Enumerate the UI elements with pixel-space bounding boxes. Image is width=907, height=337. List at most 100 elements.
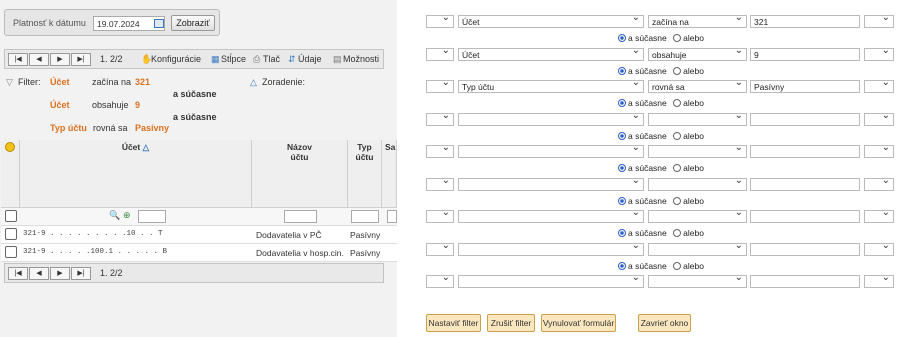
set-filter-button[interactable]: Nastaviť filter <box>426 314 481 332</box>
and-radio[interactable] <box>618 34 626 42</box>
field-select[interactable] <box>458 177 644 191</box>
operator-select[interactable] <box>648 242 747 256</box>
typ-filter-input[interactable] <box>351 210 379 223</box>
clear-filter-button[interactable]: Zrušiť filter <box>487 314 535 332</box>
paren-close-select[interactable] <box>864 275 894 288</box>
prev-page-button[interactable]: ◀ <box>29 53 49 66</box>
or-radio[interactable] <box>673 261 682 270</box>
operator-select[interactable] <box>648 145 747 158</box>
paren-close-select[interactable] <box>864 15 894 28</box>
nazov-filter-input[interactable] <box>284 210 317 223</box>
value-input[interactable] <box>750 145 860 158</box>
first-page-button[interactable]: |◀ <box>8 53 28 66</box>
value-input[interactable]: 321 <box>750 15 860 28</box>
next-page-button[interactable]: ▶ <box>50 267 70 280</box>
search-plus-icon[interactable]: ⊕ <box>123 210 131 221</box>
paren-open-select[interactable] <box>426 242 454 256</box>
paren-close-select[interactable] <box>864 242 894 256</box>
field-select[interactable] <box>458 145 644 158</box>
field-select[interactable] <box>458 210 644 223</box>
or-radio[interactable] <box>673 164 682 172</box>
field-select[interactable]: Typ účtu <box>458 80 644 93</box>
and-radio[interactable] <box>618 261 626 270</box>
field-select[interactable]: Účet <box>458 47 644 61</box>
operator-select[interactable]: obsahuje <box>648 47 747 61</box>
date-input[interactable]: 19.07.2024 <box>93 16 165 31</box>
row-checkbox[interactable] <box>5 228 17 240</box>
field-select[interactable]: Účet <box>458 15 644 28</box>
or-radio[interactable] <box>673 229 682 237</box>
or-radio[interactable] <box>673 34 682 42</box>
operator-select[interactable] <box>648 275 747 288</box>
show-button[interactable]: Zobraziť <box>171 15 215 31</box>
paren-close-select[interactable] <box>864 112 894 126</box>
data-button[interactable]: ⇵ Údaje <box>288 54 322 65</box>
ucet-filter-input[interactable] <box>138 210 166 223</box>
paren-close-select[interactable] <box>864 177 894 191</box>
paren-open-select[interactable] <box>426 80 454 93</box>
value-input[interactable] <box>750 210 860 223</box>
table-row[interactable]: 321-9 . . . . . . . . .10 . . T Dodavate… <box>1 226 397 244</box>
columns-button[interactable]: ▦Stĺpce <box>211 54 246 65</box>
table-row[interactable]: 321-9 . . . . .100.1 . . . . . B Dodavat… <box>1 244 397 262</box>
filter-op: obsahuje <box>92 100 129 110</box>
paren-close-select[interactable] <box>864 145 894 158</box>
operator-select[interactable] <box>648 177 747 191</box>
sa-filter-input[interactable] <box>387 210 397 223</box>
paren-close-select[interactable] <box>864 210 894 223</box>
or-radio[interactable] <box>673 196 682 205</box>
col-header-sa[interactable]: Sa <box>382 140 397 208</box>
and-radio[interactable] <box>618 66 626 75</box>
or-radio[interactable] <box>673 131 682 140</box>
join-radio-group: a súčasne alebo <box>618 131 704 141</box>
options-button[interactable]: ▤Možnosti <box>333 54 379 65</box>
value-input[interactable] <box>750 242 860 256</box>
col-header-typ[interactable]: Typ účtu <box>348 140 382 208</box>
or-radio[interactable] <box>673 99 682 107</box>
search-icon[interactable]: 🔍 <box>109 210 120 221</box>
config-button[interactable]: ✋Konfigurácie <box>141 54 201 65</box>
value-input[interactable] <box>750 177 860 191</box>
paren-open-select[interactable] <box>426 210 454 223</box>
select-all-checkbox[interactable] <box>5 210 17 222</box>
paren-open-select[interactable] <box>426 145 454 158</box>
last-page-button[interactable]: ▶| <box>71 267 91 280</box>
paren-open-select[interactable] <box>426 275 454 288</box>
and-radio[interactable] <box>618 131 626 140</box>
value-input[interactable] <box>750 112 860 126</box>
calendar-icon[interactable] <box>154 19 164 28</box>
paren-open-select[interactable] <box>426 112 454 126</box>
print-button[interactable]: ⎙ Tlač <box>253 54 280 65</box>
row-ucet: 321-9 . . . . . . . . .10 . . T <box>23 230 163 238</box>
reset-form-button[interactable]: Vynulovať formulár <box>541 314 616 332</box>
paren-close-select[interactable] <box>864 80 894 93</box>
operator-select[interactable]: rovná sa <box>648 80 747 93</box>
col-header-nazov[interactable]: Názov účtu <box>252 140 348 208</box>
operator-select[interactable] <box>648 210 747 223</box>
field-select[interactable] <box>458 242 644 256</box>
last-page-button[interactable]: ▶| <box>71 53 91 66</box>
col-header-ucet[interactable]: Účet △ <box>20 140 252 208</box>
value-input[interactable] <box>750 275 860 288</box>
paren-open-select[interactable] <box>426 177 454 191</box>
and-radio[interactable] <box>618 164 626 172</box>
paren-open-select[interactable] <box>426 47 454 61</box>
first-page-button[interactable]: |◀ <box>8 267 28 280</box>
paren-close-select[interactable] <box>864 47 894 61</box>
paren-open-select[interactable] <box>426 15 454 28</box>
operator-select[interactable]: začína na <box>648 15 747 28</box>
field-select[interactable] <box>458 112 644 126</box>
smiley-icon[interactable] <box>5 142 15 152</box>
next-page-button[interactable]: ▶ <box>50 53 70 66</box>
value-input[interactable]: 9 <box>750 47 860 61</box>
prev-page-button[interactable]: ◀ <box>29 267 49 280</box>
or-radio[interactable] <box>673 66 682 75</box>
close-window-button[interactable]: Zavrieť okno <box>638 314 691 332</box>
row-checkbox[interactable] <box>5 246 17 258</box>
and-radio[interactable] <box>618 196 626 205</box>
field-select[interactable] <box>458 275 644 288</box>
value-input[interactable]: Pasívny <box>750 80 860 93</box>
and-radio[interactable] <box>618 229 626 237</box>
and-radio[interactable] <box>618 99 626 107</box>
operator-select[interactable] <box>648 112 747 126</box>
